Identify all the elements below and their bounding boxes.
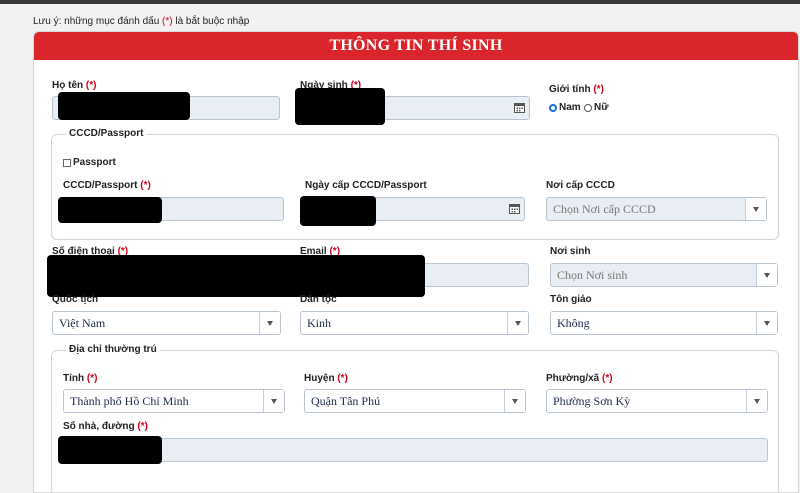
dia-chi-fieldset <box>51 350 779 492</box>
redaction-so-nha <box>58 436 162 464</box>
chevron-down-icon[interactable] <box>259 312 280 334</box>
chevron-down-icon[interactable] <box>745 198 766 220</box>
so-nha-label: Số nhà, đường (*) <box>63 421 148 432</box>
redaction-ngay-sinh <box>295 88 385 125</box>
redaction-cccd <box>58 197 162 223</box>
phuong-label: Phường/xã (*) <box>546 373 613 384</box>
noi-cap-select[interactable]: Chọn Nơi cấp CCCD <box>546 197 767 221</box>
noi-cap-label: Nơi cấp CCCD <box>546 180 615 191</box>
chevron-down-icon[interactable] <box>756 264 777 286</box>
chevron-down-icon[interactable] <box>507 312 528 334</box>
quoc-tich-select[interactable]: Việt Nam <box>52 311 281 335</box>
gioi-tinh-label: Giới tính (*) <box>549 84 604 95</box>
ngay-cap-label: Ngày cấp CCCD/Passport <box>305 180 427 191</box>
redaction-phone-email <box>47 255 425 297</box>
ton-giao-select[interactable]: Không <box>550 311 778 335</box>
so-nha-input[interactable] <box>63 438 768 462</box>
top-bar <box>0 0 800 4</box>
note-text: Lưu ý: những mục đánh dấu <box>33 16 163 27</box>
note-required-mark: (*) <box>162 16 173 27</box>
cccd-label: CCCD/Passport (*) <box>63 180 151 191</box>
huyen-label: Huyện (*) <box>304 373 348 384</box>
dan-toc-select[interactable]: Kinh <box>300 311 529 335</box>
quoc-tich-label: Quốc tịch <box>52 294 99 305</box>
ton-giao-label: Tôn giáo <box>550 294 592 305</box>
dia-chi-legend: Địa chỉ thường trú <box>66 344 160 355</box>
cccd-legend: CCCD/Passport <box>66 128 147 139</box>
radio-selected-icon[interactable] <box>549 103 557 112</box>
radio-unselected-icon[interactable] <box>584 103 592 112</box>
student-info-card: THÔNG TIN THÍ SINH Họ tên (*) Ngày sinh … <box>33 31 799 493</box>
gioi-tinh-radio-nu[interactable]: Nữ <box>584 102 608 113</box>
ho-ten-label: Họ tên (*) <box>52 80 97 91</box>
gioi-tinh-radio-nam[interactable]: Nam <box>549 102 581 113</box>
passport-checkbox[interactable]: Passport <box>63 157 116 168</box>
huyen-select[interactable]: Quận Tân Phú <box>304 389 526 413</box>
redaction-ngay-cap <box>300 196 376 226</box>
calendar-icon[interactable] <box>514 102 525 113</box>
tinh-select[interactable]: Thành phố Hồ Chí Minh <box>63 389 285 413</box>
tinh-label: Tỉnh (*) <box>63 373 98 384</box>
chevron-down-icon[interactable] <box>504 390 525 412</box>
noi-sinh-label: Nơi sinh <box>550 246 591 257</box>
note-text-end: là bắt buộc nhập <box>172 16 250 27</box>
required-note: Lưu ý: những mục đánh dấu (*) là bắt buộ… <box>33 16 249 27</box>
chevron-down-icon[interactable] <box>263 390 284 412</box>
checkbox-icon[interactable] <box>63 158 71 167</box>
redaction-ho-ten <box>58 92 190 120</box>
chevron-down-icon[interactable] <box>746 390 767 412</box>
card-title: THÔNG TIN THÍ SINH <box>34 32 798 60</box>
phuong-select[interactable]: Phường Sơn Kỳ <box>546 389 768 413</box>
noi-sinh-select[interactable]: Chọn Nơi sinh <box>550 263 778 287</box>
calendar-icon[interactable] <box>509 203 520 214</box>
chevron-down-icon[interactable] <box>756 312 777 334</box>
dan-toc-label: Dân tộc <box>300 294 337 305</box>
